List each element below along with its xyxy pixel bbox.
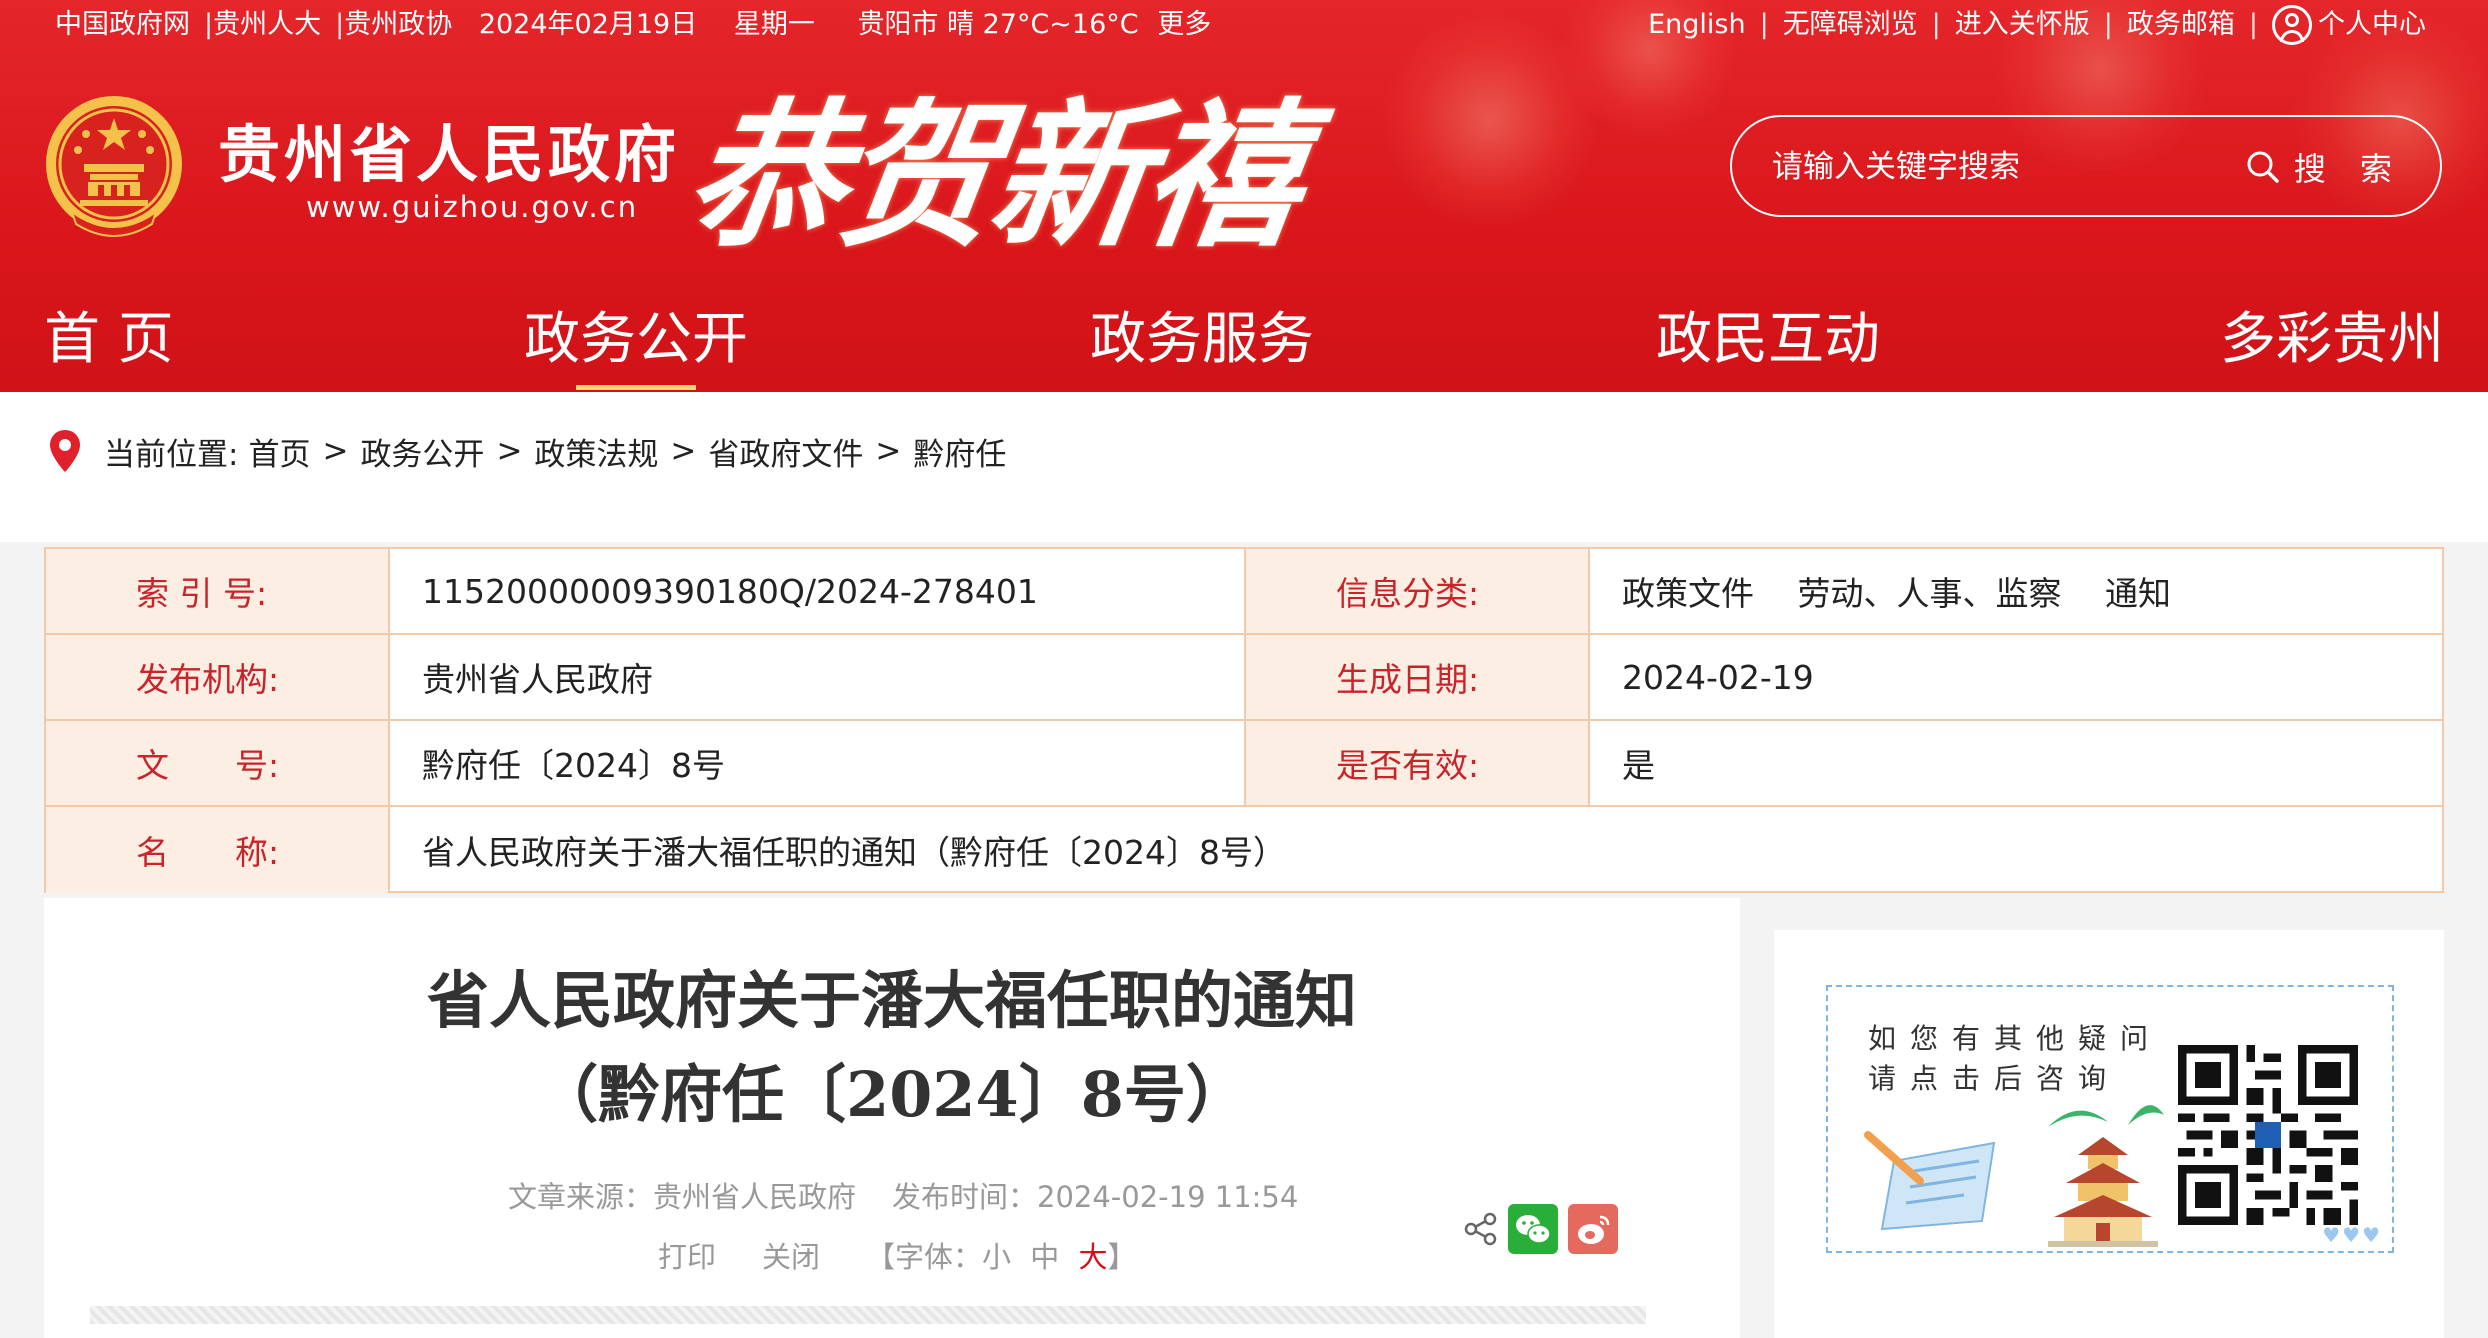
search-input[interactable] [1770, 141, 2254, 193]
link-gov-mail[interactable]: 政务邮箱 [2127, 0, 2235, 50]
nav-interaction[interactable]: 政民互动 [1656, 300, 1880, 380]
publisher-label: 发布机构: [46, 635, 388, 719]
category-value: 政策文件 劳动、人事、监察 通知 [1622, 574, 2171, 613]
main-nav: 首 页 政务公开 政务服务 政民互动 多彩贵州 [0, 300, 2488, 392]
weather-info: 贵阳市 晴 27°C~16°C [857, 9, 1139, 40]
qr-code-icon[interactable] [2178, 1045, 2358, 1225]
index-label: 索 引 号: [46, 549, 388, 633]
search-icon [2247, 151, 2279, 183]
link-elderly-mode[interactable]: 进入关怀版 [1955, 0, 2090, 50]
link-gov-cn[interactable]: 中国政府网 [55, 9, 190, 40]
meta-row: 发布机构: 贵州省人民政府 生成日期: 2024-02-19 [46, 635, 2442, 721]
name-label: 名 称: [46, 807, 388, 893]
breadcrumb-current[interactable]: 黔府任 [913, 429, 1006, 474]
meta-row: 名 称: 省人民政府关于潘大福任职的通知（黔府任〔2024〕8号） [46, 807, 2442, 893]
user-icon[interactable] [2272, 5, 2312, 45]
document-illustration-icon [1864, 1131, 1996, 1231]
search-box: 搜 索 [1730, 115, 2442, 217]
current-date: 2024年02月19日 [478, 9, 698, 40]
font-size-large[interactable]: 大 [1078, 1240, 1107, 1274]
top-utility-bar: 中国政府网 |贵州人大 |贵州政协 2024年02月19日 星期一 贵阳市 晴 27… [0, 0, 2488, 50]
document-meta-table: 索 引 号: 11520000009390180Q/2024-278401 信息… [44, 547, 2444, 893]
date-label: 生成日期: [1246, 635, 1588, 719]
index-value: 11520000009390180Q/2024-278401 [422, 571, 1038, 611]
share-icon[interactable] [1464, 1212, 1498, 1246]
consult-line2: 请点击后咨询 [1868, 1062, 2121, 1095]
link-english[interactable]: English [1648, 0, 1746, 50]
breadcrumb-provincial-docs[interactable]: 省政府文件 [708, 429, 863, 474]
hearts-decoration-icon: ♥♥♥ [2322, 1223, 2382, 1247]
article-title-line2: （黔府任〔2024〕8号） [536, 1058, 1248, 1131]
publisher-value: 贵州省人民政府 [422, 660, 653, 699]
meta-row: 文 号: 黔府任〔2024〕8号 是否有效: 是 [46, 721, 2442, 807]
font-size-prefix: 【字体： [866, 1240, 983, 1274]
article-source: 文章来源：贵州省人民政府 [508, 1180, 857, 1214]
nav-gov-services[interactable]: 政务服务 [1090, 300, 1314, 380]
font-size-small[interactable]: 小 [982, 1240, 1011, 1274]
font-size-control: 【字体：小 中 大】 [866, 1234, 1137, 1276]
consult-line1: 如您有其他疑问 [1868, 1022, 2163, 1055]
link-gz-cppcc[interactable]: 贵州政协 [344, 9, 452, 40]
nav-home[interactable]: 首 页 [44, 300, 174, 380]
font-size-suffix: 】 [1107, 1240, 1137, 1274]
meta-row: 索 引 号: 11520000009390180Q/2024-278401 信息… [46, 549, 2442, 635]
wechat-icon[interactable] [1508, 1204, 1558, 1254]
valid-value: 是 [1622, 746, 1655, 785]
category-label: 信息分类: [1246, 549, 1588, 633]
breadcrumb-home[interactable]: 首页 [248, 429, 310, 474]
close-link[interactable]: 关闭 [762, 1234, 820, 1276]
nav-colorful-guizhou[interactable]: 多彩贵州 [2220, 300, 2444, 380]
valid-label: 是否有效: [1246, 721, 1588, 805]
article-publish-time: 发布时间：2024-02-19 11:54 [892, 1180, 1299, 1214]
breadcrumb-gov-affairs-open[interactable]: 政务公开 [360, 429, 484, 474]
search-button[interactable]: 搜 索 [2246, 141, 2404, 193]
site-header: 中国政府网 |贵州人大 |贵州政协 2024年02月19日 星期一 贵阳市 晴 27… [0, 0, 2488, 392]
weather-more-link[interactable]: 更多 [1157, 9, 1211, 40]
name-value: 省人民政府关于潘大福任职的通知（黔府任〔2024〕8号） [422, 833, 1286, 872]
article-title-line1: 省人民政府关于潘大福任职的通知 [426, 964, 1357, 1037]
current-weekday: 星期一 [733, 9, 815, 40]
link-accessibility[interactable]: 无障碍浏览 [1783, 0, 1918, 50]
national-emblem-icon[interactable] [42, 92, 186, 240]
location-pin-icon [50, 430, 80, 472]
new-year-banner: 恭贺新禧 [675, 84, 1310, 269]
date-value: 2024-02-19 [1622, 657, 1814, 697]
site-url: www.guizhou.gov.cn [306, 190, 639, 224]
search-button-label: 搜 索 [2293, 150, 2404, 188]
article-divider [90, 1306, 1646, 1324]
weibo-icon[interactable] [1568, 1204, 1618, 1254]
consult-banner[interactable]: 如您有其他疑问 请点击后咨询 ♥♥♥ [1826, 985, 2394, 1253]
link-user-center[interactable]: 个人中心 [2318, 0, 2426, 50]
nav-gov-affairs-open[interactable]: 政务公开 [524, 300, 748, 390]
docno-label: 文 号: [46, 721, 388, 805]
breadcrumb-label: 当前位置: [104, 436, 239, 473]
pavilion-illustration-icon [2048, 1105, 2164, 1247]
breadcrumb-policy[interactable]: 政策法规 [534, 429, 658, 474]
font-size-medium[interactable]: 中 [1030, 1240, 1059, 1274]
print-link[interactable]: 打印 [658, 1234, 716, 1276]
breadcrumb: 当前位置: 首页 > 政务公开 > 政策法规 > 省政府文件 > 黔府任 [48, 428, 1006, 474]
docno-value: 黔府任〔2024〕8号 [422, 746, 725, 785]
site-name[interactable]: 贵州省人民政府 [218, 104, 680, 194]
link-gz-npc[interactable]: 贵州人大 [213, 9, 321, 40]
